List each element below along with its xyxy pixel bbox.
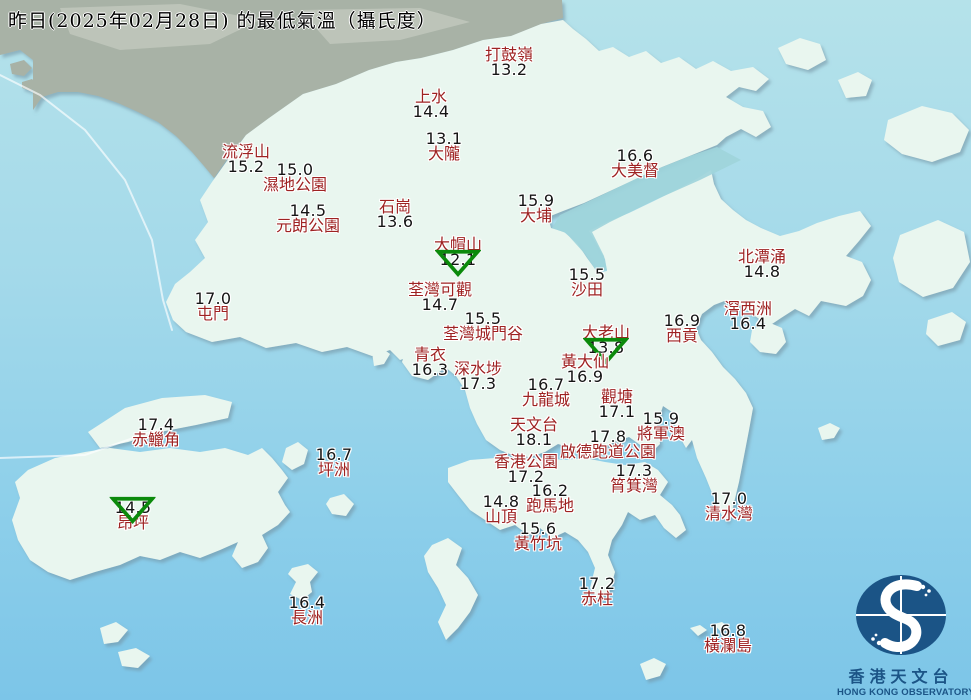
station-大美督: 16.6 大美督 xyxy=(610,148,660,180)
hko-min-temp-map: 昨日(2025年02月28日) 的最低氣溫（攝氏度） 打鼓嶺 13.2 上水 14.4… xyxy=(0,0,971,700)
station-赤鱲角: 17.4 赤鱲角 xyxy=(131,417,181,449)
station-name: 赤柱 xyxy=(580,589,614,608)
station-荃灣城門谷: 15.5 荃灣城門谷 xyxy=(442,311,524,343)
station-打鼓嶺: 打鼓嶺 13.2 xyxy=(485,47,533,79)
station-昂坪: 14.5 昂坪 xyxy=(109,496,156,532)
station-value: 12.1 xyxy=(439,250,477,269)
station-西貢: 16.9 西貢 xyxy=(664,313,701,345)
station-name: 大隴 xyxy=(427,144,461,163)
station-大老山: 大老山 13.8 xyxy=(582,325,630,365)
station-北潭涌: 北潭涌 14.8 xyxy=(738,249,786,281)
hko-logo-emblem xyxy=(856,575,946,655)
station-name: 九龍城 xyxy=(521,390,571,409)
station-name: 沙田 xyxy=(570,280,604,299)
station-name: 大美督 xyxy=(610,161,660,180)
station-name: 荃灣城門谷 xyxy=(442,324,524,343)
station-name: 西貢 xyxy=(665,326,699,345)
station-value: 18.1 xyxy=(515,430,553,449)
station-name: 赤鱲角 xyxy=(131,430,181,449)
page-title: 昨日(2025年02月28日) 的最低氣溫（攝氏度） xyxy=(8,10,437,32)
station-name: 橫瀾島 xyxy=(703,636,753,655)
station-value: 17.1 xyxy=(598,402,636,421)
station-坪洲: 16.7 坪洲 xyxy=(316,447,353,479)
station-屯門: 17.0 屯門 xyxy=(195,291,232,323)
station-石崗: 石崗 13.6 xyxy=(376,199,414,231)
station-元朗公園: 14.5 元朗公園 xyxy=(275,203,341,235)
station-觀塘: 觀塘 17.1 xyxy=(598,389,636,421)
stations-layer: 打鼓嶺 13.2 上水 14.4 13.1 大隴 16.6 大美督 流浮山 15.2 15.0 濕地公… xyxy=(0,0,971,700)
station-天文台: 天文台 18.1 xyxy=(510,417,558,449)
station-name: 啟德跑道公園 xyxy=(559,442,657,461)
station-name: 黃竹坑 xyxy=(513,534,563,553)
station-name: 清水灣 xyxy=(704,504,754,523)
station-name: 筲箕灣 xyxy=(609,476,659,495)
station-九龍城: 16.7 九龍城 xyxy=(521,377,571,409)
station-value: 13.6 xyxy=(376,212,414,231)
station-value: 14.4 xyxy=(412,102,450,121)
station-香港公園: 香港公園 17.2 xyxy=(494,454,558,485)
station-value: 16.3 xyxy=(411,360,449,379)
hko-logo-chinese-name: 香港天文台 xyxy=(848,667,954,686)
station-橫瀾島: 16.8 橫瀾島 xyxy=(703,623,753,655)
station-value: 14.7 xyxy=(421,295,459,314)
station-name: 坪洲 xyxy=(317,460,351,479)
station-啟德跑道公園: 17.8 啟德跑道公園 xyxy=(559,429,657,461)
station-長洲: 16.4 長洲 xyxy=(289,595,326,627)
station-黃竹坑: 15.6 黃竹坑 xyxy=(513,521,563,553)
station-name: 元朗公園 xyxy=(275,216,341,235)
station-跑馬地: 16.2 跑馬地 xyxy=(525,483,575,515)
station-赤柱: 17.2 赤柱 xyxy=(579,576,616,608)
station-name: 昂坪 xyxy=(116,513,150,532)
station-大埔: 15.9 大埔 xyxy=(518,193,555,225)
station-value: 13.2 xyxy=(490,60,528,79)
station-大隴: 13.1 大隴 xyxy=(426,131,463,163)
station-濕地公園: 15.0 濕地公園 xyxy=(262,162,328,194)
hko-logo-english-name: HONG KONG OBSERVATORY xyxy=(837,687,971,698)
station-山頂: 14.8 山頂 xyxy=(483,494,520,525)
station-大帽山: 大帽山 12.1 xyxy=(434,237,482,277)
station-name: 濕地公園 xyxy=(262,175,328,194)
station-name: 跑馬地 xyxy=(525,496,575,515)
station-筲箕灣: 17.3 筲箕灣 xyxy=(609,463,659,495)
station-青衣: 青衣 16.3 xyxy=(411,347,449,379)
station-value: 16.4 xyxy=(729,314,767,333)
station-荃灣可觀: 荃灣可觀 14.7 xyxy=(408,282,472,314)
station-name: 屯門 xyxy=(196,304,230,323)
station-上水: 上水 14.4 xyxy=(412,89,450,121)
station-value: 14.8 xyxy=(743,262,781,281)
station-value: 17.3 xyxy=(459,374,497,393)
station-滘西洲: 滘西洲 16.4 xyxy=(724,301,772,333)
station-清水灣: 17.0 清水灣 xyxy=(704,491,754,523)
hko-logo: 香港天文台 HONG KONG OBSERVATORY xyxy=(837,573,971,698)
station-name: 長洲 xyxy=(290,608,324,627)
station-name: 大埔 xyxy=(519,206,553,225)
station-深水埗: 深水埗 17.3 xyxy=(454,361,502,393)
station-沙田: 15.5 沙田 xyxy=(569,267,606,299)
